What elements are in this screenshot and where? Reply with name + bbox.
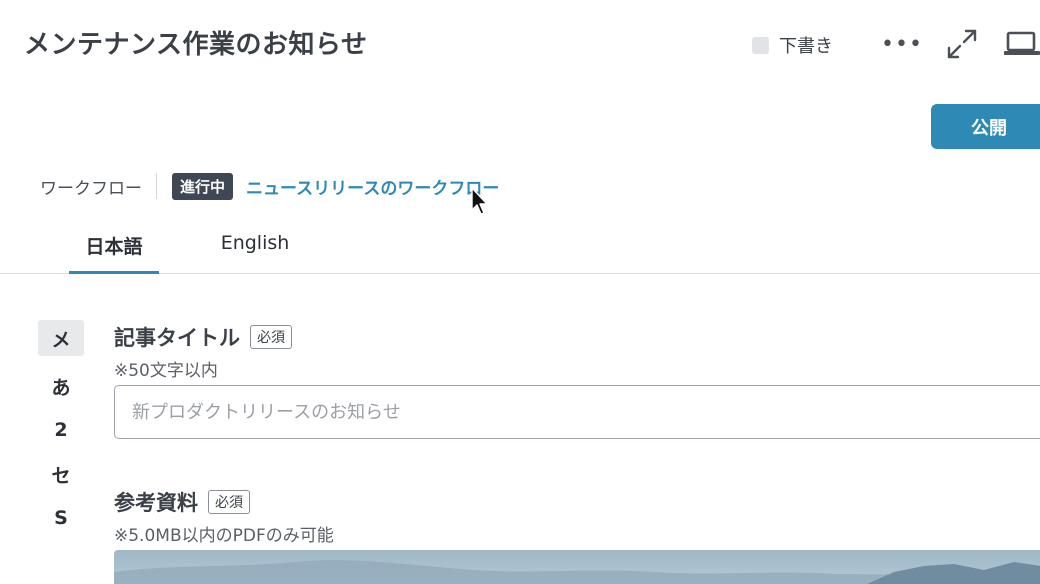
draft-status: 下書き xyxy=(752,32,833,58)
expand-button[interactable] xyxy=(944,26,980,62)
laptop-icon xyxy=(1004,31,1040,55)
divider xyxy=(156,173,157,199)
field-nav-item[interactable]: メ xyxy=(38,320,84,356)
field-nav-item[interactable]: セ xyxy=(38,452,84,496)
reference-field-header: 参考資料 必須 xyxy=(114,487,250,517)
expand-icon xyxy=(947,29,977,59)
landscape-image xyxy=(114,550,1040,584)
preview-button[interactable] xyxy=(1004,28,1040,58)
more-options-button[interactable]: ••• xyxy=(881,28,923,60)
field-nav-item[interactable]: 2 xyxy=(38,408,84,452)
publish-button[interactable]: 公開 xyxy=(931,104,1040,149)
workflow-link[interactable]: ニュースリリースのワークフロー xyxy=(246,174,499,199)
workflow-status-badge: 進行中 xyxy=(172,172,234,200)
title-field-label: 記事タイトル xyxy=(114,326,240,350)
reference-image-preview[interactable] xyxy=(114,550,1040,584)
tab-english[interactable]: English xyxy=(210,222,300,274)
workflow-row: ワークフロー 進行中 ニュースリリースのワークフロー xyxy=(40,172,499,200)
workflow-label: ワークフロー xyxy=(40,178,142,199)
language-tabs: 日本語 English xyxy=(0,222,1040,274)
status-label: 下書き xyxy=(779,36,833,57)
field-nav-item[interactable]: S xyxy=(38,496,84,540)
article-title-input[interactable] xyxy=(114,385,1040,439)
required-badge: 必須 xyxy=(208,490,250,514)
tab-japanese[interactable]: 日本語 xyxy=(69,222,159,274)
field-navigator: メ あ 2 セ S xyxy=(38,320,84,540)
mouse-cursor-icon xyxy=(471,187,488,215)
title-field-header: 記事タイトル 必須 xyxy=(114,322,292,352)
reference-field-label: 参考資料 xyxy=(114,491,198,515)
field-nav-item[interactable]: あ xyxy=(38,364,84,408)
reference-field-hint: ※5.0MB以内のPDFのみ可能 xyxy=(114,526,334,546)
more-icon: ••• xyxy=(881,31,923,57)
status-indicator-icon xyxy=(752,36,769,54)
title-field-hint: ※50文字以内 xyxy=(114,361,218,381)
page-title: メンテナンス作業のお知らせ xyxy=(24,30,368,60)
required-badge: 必須 xyxy=(250,325,292,349)
